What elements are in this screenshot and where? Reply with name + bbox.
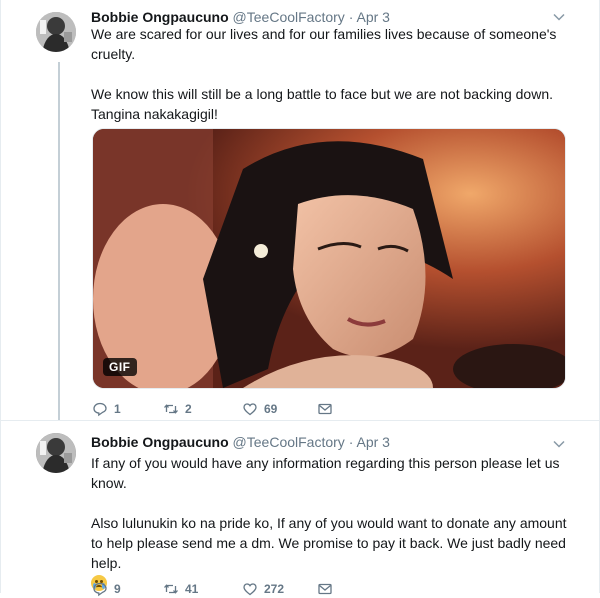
tweet-2[interactable]: Bobbie Ongpaucuno @TeeCoolFactory · Apr … xyxy=(0,421,600,597)
tweet-paragraph-1: If any of you would have any information… xyxy=(91,455,560,491)
tweet-date[interactable]: Apr 3 xyxy=(357,434,390,450)
tweet-date[interactable]: Apr 3 xyxy=(357,9,390,25)
display-name[interactable]: Bobbie Ongpaucuno xyxy=(91,9,229,25)
retweet-button[interactable]: 41 xyxy=(163,580,198,598)
retweet-count: 41 xyxy=(185,582,199,596)
avatar[interactable] xyxy=(36,12,76,52)
gif-badge: GIF xyxy=(103,358,137,376)
heart-icon xyxy=(243,403,257,416)
like-button[interactable]: 272 xyxy=(242,580,284,598)
heart-icon xyxy=(243,583,257,596)
chevron-down-icon[interactable] xyxy=(552,10,566,24)
gif-media[interactable]: GIF xyxy=(92,128,566,389)
direct-message-button[interactable] xyxy=(317,580,333,598)
reply-count: 1 xyxy=(114,402,121,416)
reply-button[interactable]: 9 xyxy=(92,580,121,598)
header-separator: · xyxy=(348,9,354,25)
tweet-1[interactable]: Bobbie Ongpaucuno @TeeCoolFactory · Apr … xyxy=(0,0,600,420)
retweet-count: 2 xyxy=(185,402,192,416)
like-button[interactable]: 69 xyxy=(242,400,277,418)
reply-count: 9 xyxy=(114,582,121,596)
header-separator: · xyxy=(348,434,354,450)
tweet-paragraph-2: We know this will still be a long battle… xyxy=(91,86,553,122)
reply-icon xyxy=(93,402,107,417)
retweet-icon xyxy=(164,404,178,414)
envelope-icon xyxy=(318,583,332,595)
retweet-icon xyxy=(164,584,178,594)
tweet-text: We are scared for our lives and for our … xyxy=(91,24,571,124)
user-handle[interactable]: @TeeCoolFactory xyxy=(233,9,345,25)
retweet-button[interactable]: 2 xyxy=(163,400,192,418)
reply-icon xyxy=(93,582,107,597)
tweet-paragraph-2: Also lulunukin ko na pride ko, If any of… xyxy=(91,515,567,571)
tweet-header: Bobbie Ongpaucuno @TeeCoolFactory · Apr … xyxy=(91,433,390,451)
like-count: 69 xyxy=(264,402,278,416)
like-count: 272 xyxy=(264,582,285,596)
envelope-icon xyxy=(318,403,332,415)
reply-button[interactable]: 1 xyxy=(92,400,121,418)
display-name[interactable]: Bobbie Ongpaucuno xyxy=(91,434,229,450)
chevron-down-icon[interactable] xyxy=(552,437,566,451)
tweet-text: If any of you would have any information… xyxy=(91,453,571,593)
tweet-paragraph-1: We are scared for our lives and for our … xyxy=(91,26,557,62)
direct-message-button[interactable] xyxy=(317,400,333,418)
user-handle[interactable]: @TeeCoolFactory xyxy=(233,434,345,450)
avatar[interactable] xyxy=(36,433,76,473)
